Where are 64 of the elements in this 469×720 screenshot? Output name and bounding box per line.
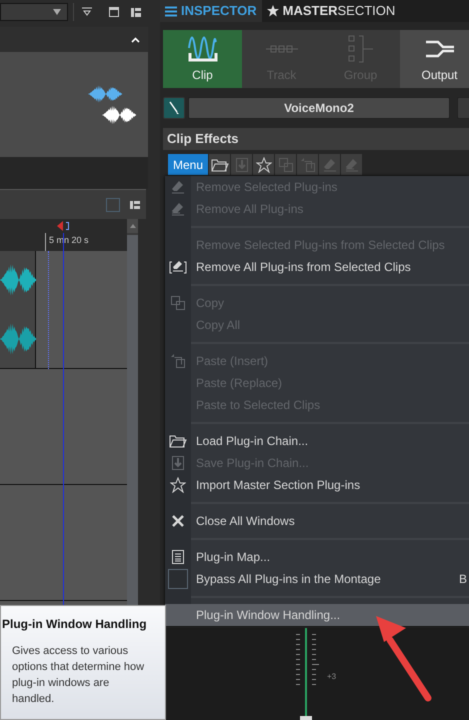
menu-item-label: Import Master Section Plug-ins — [196, 477, 360, 494]
star-icon — [256, 156, 272, 172]
menu-item-label: Load Plug-in Chain... — [196, 433, 308, 450]
menu-item[interactable]: Import Master Section Plug-ins — [165, 474, 469, 496]
shortcut-label: B — [458, 571, 467, 588]
menu-icon — [165, 6, 177, 16]
menu-item-label: Plug-in Window Handling... — [196, 607, 340, 624]
copy-icon — [278, 156, 294, 172]
save-icon — [234, 156, 250, 172]
eraser-icon — [170, 179, 186, 195]
paste-icon — [170, 353, 186, 369]
eraser-lines-icon — [170, 201, 186, 217]
fader[interactable] — [300, 628, 312, 720]
clip-wave-icon — [186, 34, 220, 64]
folder-icon — [210, 156, 229, 172]
eraser-icon — [322, 156, 338, 172]
dropdown-caret-icon — [53, 9, 61, 15]
brush-icon — [168, 101, 180, 115]
inspector-button[interactable]: Output — [400, 30, 469, 88]
panel-tab[interactable]: INSPECTOR — [160, 0, 262, 22]
menu-item[interactable]: Close All Windows — [165, 510, 469, 532]
list-icon — [170, 549, 186, 565]
filter-icon — [82, 7, 92, 17]
folder-icon — [169, 433, 187, 449]
copy-icon — [170, 295, 186, 311]
star-icon — [266, 5, 279, 17]
menu-item-label: Bypass All Plug-ins in the Montage — [196, 571, 381, 588]
layout-icon — [131, 8, 141, 16]
menu-item[interactable]: Bypass All Plug-ins in the Montage B — [165, 568, 469, 590]
menu-item[interactable]: Plug-in Window Handling... — [165, 604, 469, 626]
clip-name-field[interactable]: VoiceMono2 — [188, 97, 450, 119]
marker-flag-icon — [57, 221, 63, 231]
square-icon — [106, 198, 120, 212]
menu-item[interactable]: Plug-in Map... — [165, 546, 469, 568]
track-lane[interactable] — [0, 485, 127, 601]
brush-button[interactable] — [163, 97, 185, 119]
audio-clip[interactable] — [0, 251, 36, 368]
paste-icon — [300, 156, 316, 172]
close-icon — [171, 514, 185, 528]
save-icon — [170, 455, 186, 471]
track-lane[interactable] — [36, 251, 127, 368]
star-icon — [170, 477, 186, 493]
dropdown-field[interactable] — [0, 3, 68, 21]
inspector-button[interactable]: Clip — [163, 30, 242, 88]
menu-item-label: Plug-in Map... — [196, 549, 270, 566]
bracketed-eraser-icon — [169, 259, 187, 275]
window-icon — [109, 7, 119, 17]
eraser-lines-icon — [344, 156, 360, 172]
scroll-up-icon — [130, 224, 136, 228]
bracket-marker-icon — [66, 222, 69, 230]
menu-item[interactable]: Remove All Plug-ins from Selected Clips — [165, 256, 469, 278]
menu-button[interactable]: Menu — [168, 154, 208, 175]
track-chain-icon — [266, 45, 298, 53]
fader-scale-label: +3 — [327, 673, 336, 683]
chevron-up-icon — [131, 36, 140, 42]
tooltip-text: Gives access to various options that determine how plug-in windows are handled. — [12, 644, 146, 707]
menu-item[interactable]: Load Plug-in Chain... — [165, 430, 469, 452]
tooltip-title: Plug-in Window Handling — [2, 616, 148, 633]
menu-item-label: Close All Windows — [196, 513, 295, 530]
checkbox[interactable] — [168, 569, 188, 589]
panel-title: Clip Effects — [167, 130, 239, 148]
menu-item-label: Remove All Plug-ins from Selected Clips — [196, 259, 411, 276]
layout-icon — [130, 200, 140, 208]
track-lane[interactable] — [0, 369, 127, 485]
